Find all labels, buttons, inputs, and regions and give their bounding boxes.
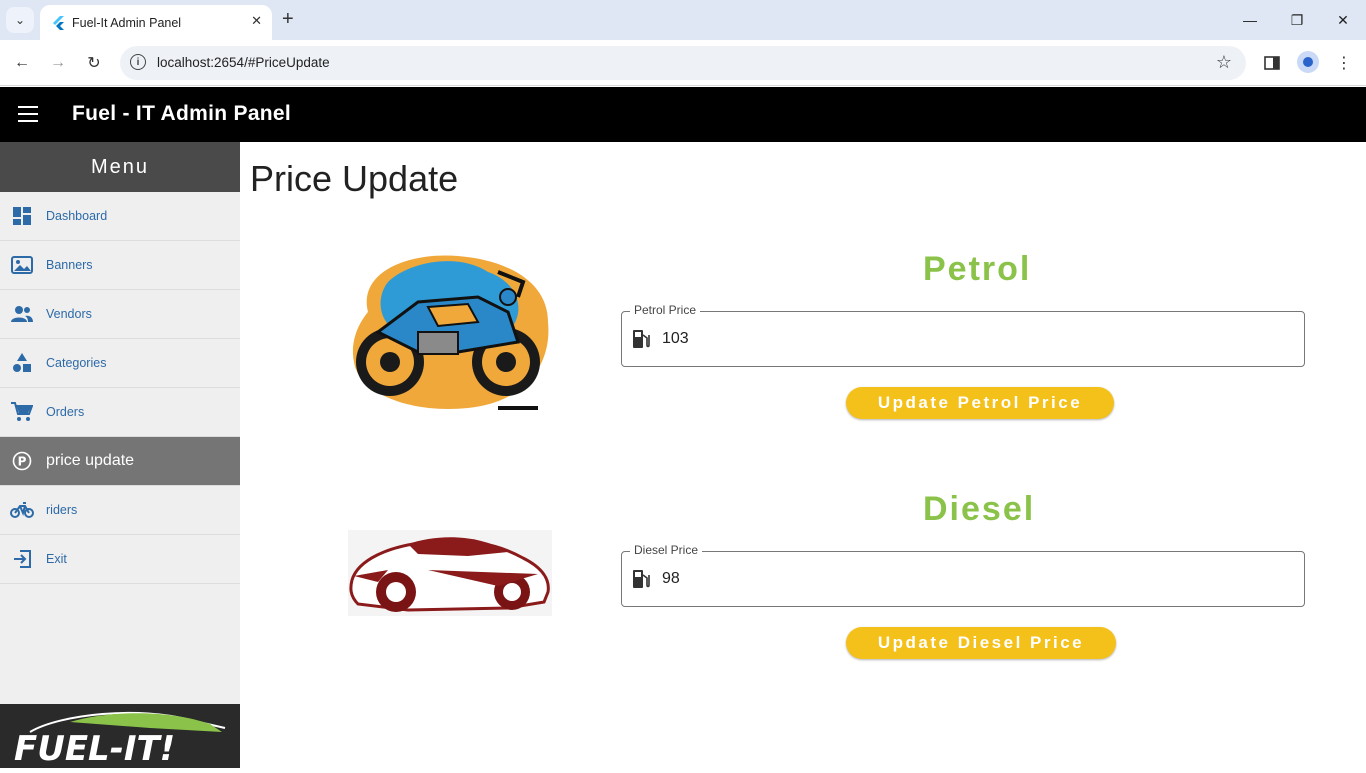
app-title: Fuel - IT Admin Panel xyxy=(72,102,292,125)
sidebar-item-label: Orders xyxy=(46,405,85,419)
image-icon xyxy=(10,253,34,277)
car-image xyxy=(348,530,552,616)
sidebar-item-orders[interactable]: Orders xyxy=(0,388,240,437)
main-content: Price Update Petrol Petrol Price 103 Upd… xyxy=(240,142,1366,768)
dashboard-icon xyxy=(10,204,34,228)
bike-icon xyxy=(10,498,34,522)
close-window-icon[interactable]: ✕ xyxy=(1331,8,1355,32)
minimize-icon[interactable]: — xyxy=(1238,8,1262,32)
page-title: Price Update xyxy=(250,158,459,199)
sidebar-item-banners[interactable]: Banners xyxy=(0,241,240,290)
sidebar-item-label: Categories xyxy=(46,356,107,370)
tab-title: Fuel-It Admin Panel xyxy=(72,15,182,30)
exit-icon xyxy=(10,547,34,571)
petrol-price-label: Petrol Price xyxy=(630,303,701,317)
logo-text: FUEL-IT! xyxy=(14,729,175,768)
bookmark-star-icon[interactable]: ☆ xyxy=(1216,52,1232,73)
new-tab-icon[interactable]: + xyxy=(282,8,294,30)
update-petrol-price-button[interactable]: Update Petrol Price xyxy=(846,387,1114,419)
sidebar-item-exit[interactable]: Exit xyxy=(0,535,240,584)
sidebar-item-price-update[interactable]: P price update xyxy=(0,437,240,486)
browser-tab[interactable]: Fuel-It Admin Panel ✕ xyxy=(40,5,272,40)
sidebar-item-label: Dashboard xyxy=(46,209,108,223)
flutter-favicon-icon xyxy=(52,15,66,30)
browser-tabbar: ⌄ Fuel-It Admin Panel ✕ + — ❐ ✕ xyxy=(0,0,1366,40)
people-icon xyxy=(10,302,34,326)
petrol-price-value[interactable]: 103 xyxy=(662,330,689,348)
sidebar-item-label: riders xyxy=(46,503,78,517)
url-text[interactable]: localhost:2654/#PriceUpdate xyxy=(157,55,330,70)
tab-close-icon[interactable]: ✕ xyxy=(251,13,262,29)
petrol-title: Petrol xyxy=(923,250,1032,288)
diesel-title: Diesel xyxy=(923,490,1036,528)
back-icon[interactable]: ← xyxy=(10,51,34,75)
sidebar-item-label: Vendors xyxy=(46,307,92,321)
cart-icon xyxy=(10,400,34,424)
fuel-it-logo: FUEL-IT! xyxy=(0,704,240,769)
sidebar-item-label: price update xyxy=(46,452,135,469)
sidebar-item-label: Banners xyxy=(46,258,93,272)
side-panel-icon[interactable] xyxy=(1260,51,1284,75)
forward-icon[interactable]: → xyxy=(46,51,70,75)
currency-icon: P xyxy=(10,449,34,473)
profile-avatar-icon[interactable] xyxy=(1297,51,1319,73)
sidebar-item-riders[interactable]: riders xyxy=(0,486,240,535)
address-bar[interactable]: i localhost:2654/#PriceUpdate ☆ xyxy=(120,46,1246,80)
motorcycle-image xyxy=(348,252,552,414)
site-info-icon[interactable]: i xyxy=(130,54,146,70)
update-diesel-price-button[interactable]: Update Diesel Price xyxy=(846,627,1116,659)
diesel-price-field[interactable]: Diesel Price 98 xyxy=(621,543,1305,607)
hamburger-menu-icon[interactable] xyxy=(18,106,38,122)
category-icon xyxy=(10,351,34,375)
sidebar-item-categories[interactable]: Categories xyxy=(0,339,240,388)
restore-icon[interactable]: ❐ xyxy=(1285,8,1309,32)
svg-text:P: P xyxy=(18,455,27,469)
sidebar-item-label: Exit xyxy=(46,552,67,566)
sidebar-item-vendors[interactable]: Vendors xyxy=(0,290,240,339)
diesel-price-value[interactable]: 98 xyxy=(662,570,680,588)
petrol-price-field[interactable]: Petrol Price 103 xyxy=(621,303,1305,367)
menu-header: Menu xyxy=(0,142,240,192)
app-bar: Fuel - IT Admin Panel xyxy=(0,87,1366,142)
diesel-price-label: Diesel Price xyxy=(630,543,703,557)
gas-station-icon xyxy=(632,569,650,594)
reload-icon[interactable]: ↻ xyxy=(82,51,106,75)
gas-station-icon xyxy=(632,329,650,354)
sidebar-item-dashboard[interactable]: Dashboard xyxy=(0,192,240,241)
tab-search-chevron-icon[interactable]: ⌄ xyxy=(6,7,34,33)
browser-toolbar: ← → ↻ i localhost:2654/#PriceUpdate ☆ ⋮ xyxy=(0,40,1366,86)
sidebar: Menu Dashboard Banners Vendors Categorie… xyxy=(0,142,240,769)
more-menu-icon[interactable]: ⋮ xyxy=(1332,51,1356,75)
